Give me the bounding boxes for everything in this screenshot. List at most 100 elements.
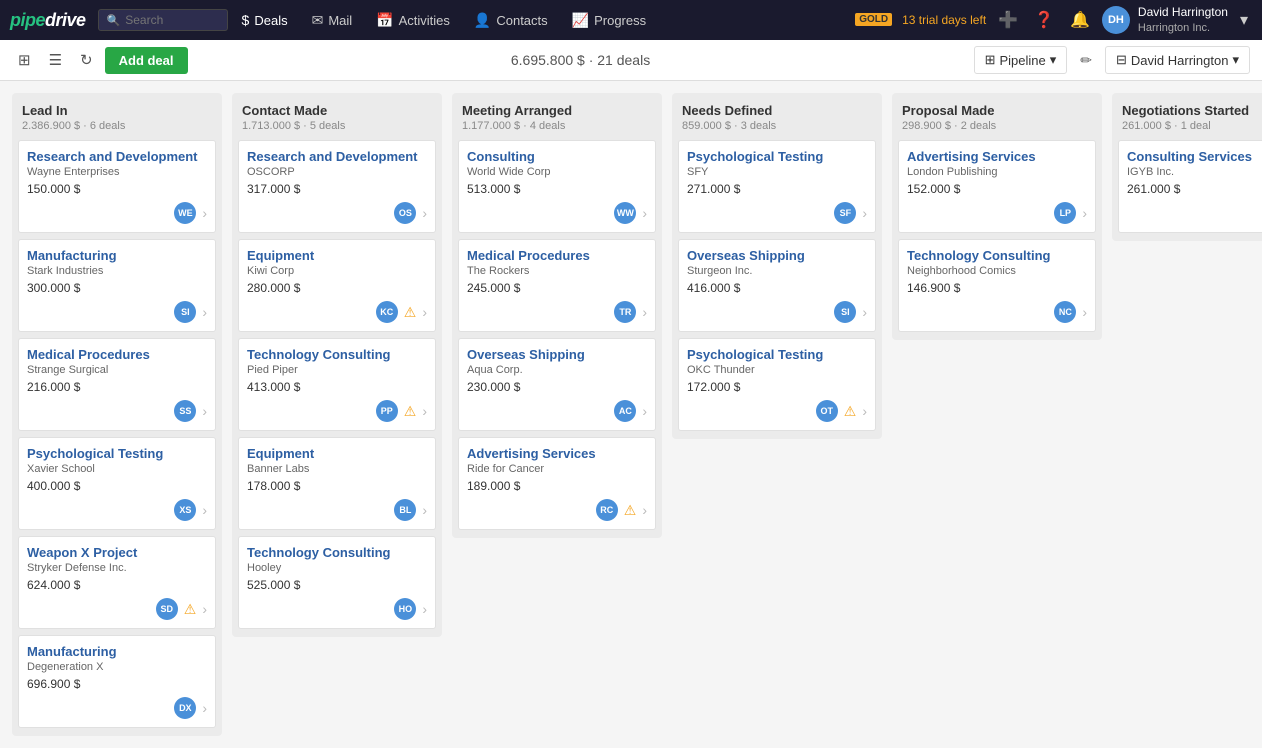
edit-pipeline-icon[interactable]: ✏: [1075, 47, 1097, 74]
card-footer: WE ›: [27, 202, 207, 224]
nav-contacts[interactable]: 👤 Contacts: [464, 6, 558, 35]
deal-company: Degeneration X: [27, 661, 117, 673]
deal-card: Technology Consulting Neighborhood Comic…: [898, 239, 1096, 332]
deal-title[interactable]: Research and Development: [27, 149, 198, 164]
deal-avatar: BL: [394, 499, 416, 521]
next-arrow-icon[interactable]: ›: [422, 403, 427, 419]
next-arrow-icon[interactable]: ›: [862, 304, 867, 320]
nav-deals[interactable]: $ Deals: [232, 6, 298, 34]
notifications-icon[interactable]: 🔔: [1066, 6, 1094, 34]
deal-card: Medical Procedures Strange Surgical 216.…: [18, 338, 216, 431]
nav-mail[interactable]: ✉ Mail: [302, 6, 363, 35]
deal-title[interactable]: Advertising Services: [907, 149, 1036, 164]
deal-title[interactable]: Consulting Services: [1127, 149, 1252, 164]
deal-title[interactable]: Manufacturing: [27, 248, 117, 263]
deal-title[interactable]: Advertising Services: [467, 446, 596, 461]
search-box[interactable]: 🔍: [98, 9, 228, 31]
deal-title[interactable]: Weapon X Project: [27, 545, 137, 560]
next-arrow-icon[interactable]: ›: [642, 502, 647, 518]
pipeline-dropdown-icon: ▾: [1050, 52, 1057, 68]
card-top: Psychological Testing SFY 271.000 $: [687, 149, 867, 196]
nav-progress[interactable]: 📈 Progress: [562, 6, 656, 35]
deal-amount: 150.000 $: [27, 182, 198, 196]
kanban-board: Lead In 2.386.900 $ · 6 deals Research a…: [0, 81, 1262, 748]
next-arrow-icon[interactable]: ›: [642, 304, 647, 320]
top-navigation: pipedrive 🔍 $ Deals ✉ Mail 📅 Activities …: [0, 0, 1262, 40]
card-footer: OS ›: [247, 202, 427, 224]
deal-title[interactable]: Medical Procedures: [467, 248, 590, 263]
deal-title[interactable]: Technology Consulting: [907, 248, 1050, 263]
deal-amount: 416.000 $: [687, 281, 805, 295]
next-arrow-icon[interactable]: ›: [202, 601, 207, 617]
card-footer: HO ›: [247, 598, 427, 620]
refresh-icon[interactable]: ↻: [74, 47, 99, 73]
card-top: Consulting World Wide Corp 513.000 $: [467, 149, 647, 196]
deal-title[interactable]: Medical Procedures: [27, 347, 150, 362]
add-icon[interactable]: ➕: [994, 6, 1022, 34]
card-top: Overseas Shipping Sturgeon Inc. 416.000 …: [687, 248, 867, 295]
kanban-view-icon[interactable]: ⊞: [12, 47, 37, 73]
column-title-negotiations-started: Negotiations Started: [1122, 103, 1262, 118]
next-arrow-icon[interactable]: ›: [1082, 205, 1087, 221]
deal-company: OSCORP: [247, 166, 418, 178]
deal-title[interactable]: Research and Development: [247, 149, 418, 164]
next-arrow-icon[interactable]: ›: [202, 403, 207, 419]
next-arrow-icon[interactable]: ›: [422, 502, 427, 518]
deal-title[interactable]: Psychological Testing: [687, 347, 823, 362]
next-arrow-icon[interactable]: ›: [422, 304, 427, 320]
deal-amount: 624.000 $: [27, 578, 137, 592]
card-top: Advertising Services Ride for Cancer 189…: [467, 446, 647, 493]
column-subtitle-lead-in: 2.386.900 $ · 6 deals: [22, 120, 212, 132]
next-arrow-icon[interactable]: ›: [422, 205, 427, 221]
deal-title[interactable]: Technology Consulting: [247, 545, 390, 560]
card-footer: XS ›: [27, 499, 207, 521]
deal-title[interactable]: Equipment: [247, 446, 314, 461]
deal-title[interactable]: Overseas Shipping: [687, 248, 805, 263]
user-dropdown-icon[interactable]: ▾: [1236, 6, 1252, 34]
deal-title[interactable]: Psychological Testing: [27, 446, 163, 461]
search-input[interactable]: [125, 13, 218, 27]
deal-company: Stryker Defense Inc.: [27, 562, 137, 574]
deal-card: Equipment Banner Labs 178.000 $ BL ›: [238, 437, 436, 530]
next-arrow-icon[interactable]: ›: [202, 700, 207, 716]
filter-selector[interactable]: ⊟ David Harrington ▾: [1105, 46, 1250, 74]
deal-card: Psychological Testing Xavier School 400.…: [18, 437, 216, 530]
help-icon[interactable]: ❓: [1030, 6, 1058, 34]
deal-card: Technology Consulting Pied Piper 413.000…: [238, 338, 436, 431]
next-arrow-icon[interactable]: ›: [202, 502, 207, 518]
card-footer: IG ›: [1127, 202, 1262, 224]
pipeline-kanban-icon: ⊞: [985, 52, 996, 68]
deal-amount: 261.000 $: [1127, 182, 1252, 196]
deal-title[interactable]: Overseas Shipping: [467, 347, 585, 362]
deal-title[interactable]: Technology Consulting: [247, 347, 390, 362]
next-arrow-icon[interactable]: ›: [642, 403, 647, 419]
deal-title[interactable]: Consulting: [467, 149, 551, 164]
card-top: Technology Consulting Hooley 525.000 $: [247, 545, 427, 592]
card-footer: OT ⚠ ›: [687, 400, 867, 422]
list-view-icon[interactable]: ☰: [43, 47, 68, 73]
filter-dropdown-icon: ▾: [1232, 52, 1239, 68]
next-arrow-icon[interactable]: ›: [202, 205, 207, 221]
next-arrow-icon[interactable]: ›: [862, 403, 867, 419]
deal-title[interactable]: Psychological Testing: [687, 149, 823, 164]
deal-avatar: SD: [156, 598, 178, 620]
deal-company: Strange Surgical: [27, 364, 150, 376]
deal-avatar: PP: [376, 400, 398, 422]
next-arrow-icon[interactable]: ›: [862, 205, 867, 221]
warning-icon: ⚠: [404, 304, 417, 321]
deal-company: Kiwi Corp: [247, 265, 314, 277]
next-arrow-icon[interactable]: ›: [642, 205, 647, 221]
deal-title[interactable]: Manufacturing: [27, 644, 117, 659]
deal-card: Consulting World Wide Corp 513.000 $ WW …: [458, 140, 656, 233]
next-arrow-icon[interactable]: ›: [202, 304, 207, 320]
deal-title[interactable]: Equipment: [247, 248, 314, 263]
pipeline-selector[interactable]: ⊞ Pipeline ▾: [974, 46, 1068, 74]
card-top: Overseas Shipping Aqua Corp. 230.000 $: [467, 347, 647, 394]
next-arrow-icon[interactable]: ›: [422, 601, 427, 617]
nav-activities[interactable]: 📅 Activities: [366, 6, 460, 35]
add-deal-button[interactable]: Add deal: [105, 47, 188, 74]
deal-amount: 300.000 $: [27, 281, 117, 295]
deal-amount: 146.900 $: [907, 281, 1050, 295]
warning-icon: ⚠: [844, 403, 857, 420]
next-arrow-icon[interactable]: ›: [1082, 304, 1087, 320]
